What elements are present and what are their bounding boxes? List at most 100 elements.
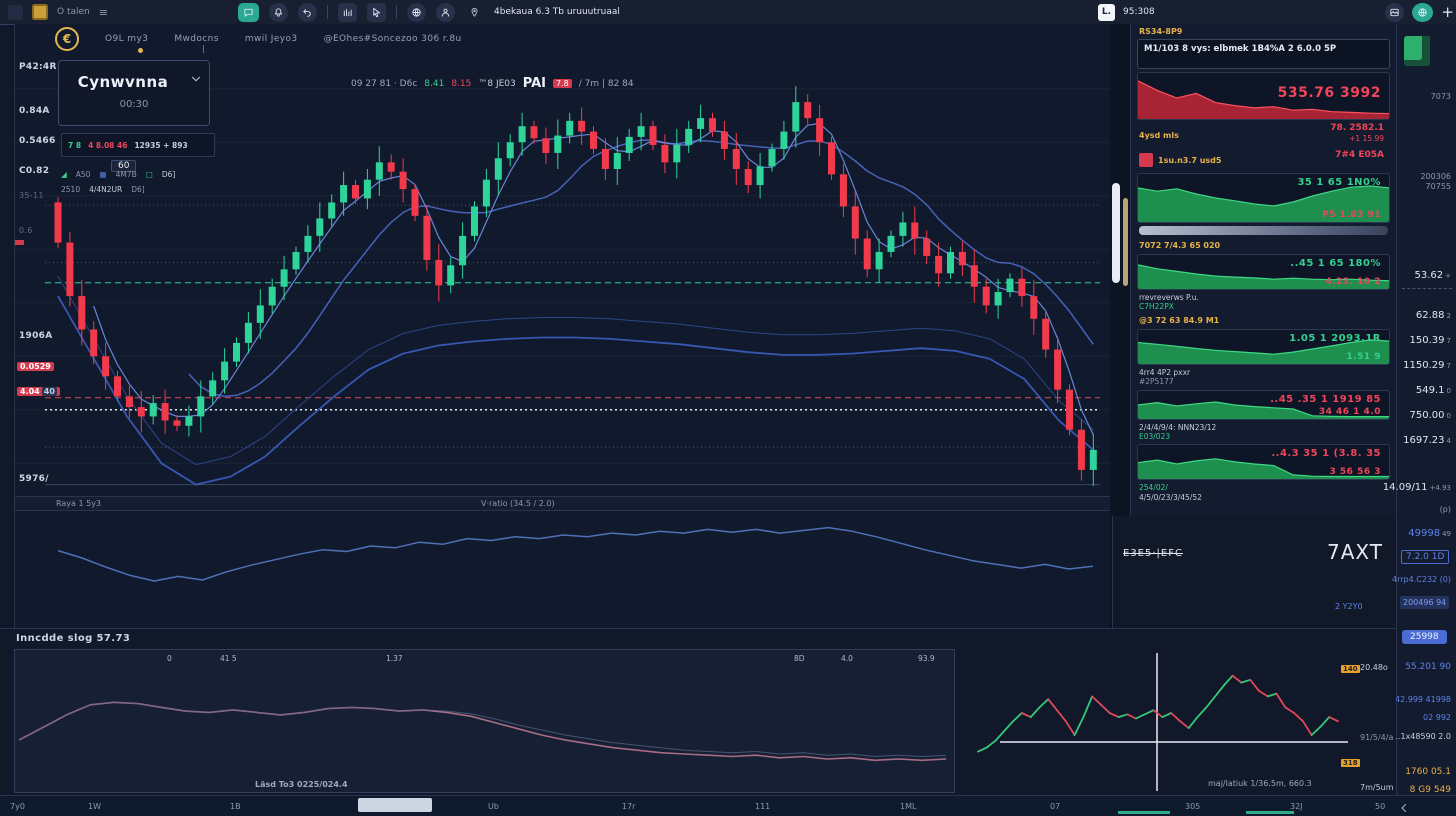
broker-logo-icon: € xyxy=(55,27,79,51)
quote-number[interactable]: 62.882 xyxy=(1416,310,1451,321)
action-button[interactable]: 25998 xyxy=(1402,630,1447,644)
watchlist-info-row[interactable]: 254/02/4/5/0/23/3/45/52 xyxy=(1139,483,1388,502)
time-tick-label: 1ML xyxy=(900,802,916,811)
watchlist-info-row[interactable]: 4rr4 4P2 pxxr#2P5177 xyxy=(1139,368,1388,387)
time-tick-label: 1B xyxy=(230,802,241,811)
legend-part: 8.41 xyxy=(424,79,444,89)
watchlist-row[interactable]: 4ysd mls78. 2582.1+1 15.99 xyxy=(1139,123,1388,147)
legend-item: D6] xyxy=(162,170,175,179)
alert-dot-icon xyxy=(138,48,143,53)
chart-panel: € O9L my3 Mwdocns mwil Jeyo3 @EOhes#Soncezo… xyxy=(14,24,1111,629)
chart-menu-item[interactable]: O9L my3 xyxy=(105,34,148,44)
quote-number[interactable]: 1697.234 xyxy=(1403,435,1451,446)
scrollbar-thumb-secondary[interactable] xyxy=(1123,198,1128,286)
watchlist-scrollbar[interactable] xyxy=(1139,226,1388,235)
column-text: 1.1x48590 2.0 xyxy=(1393,732,1451,741)
legend-part: / 7m | 82 84 xyxy=(579,79,634,89)
quote-number[interactable]: 1150.297 xyxy=(1403,360,1451,371)
momentum-tick-label: 0 xyxy=(167,654,172,663)
history-back-icon[interactable] xyxy=(1398,799,1410,816)
quote-number[interactable]: 150.397 xyxy=(1410,335,1451,346)
watchlist-chart-row[interactable]: 535.76 3992 xyxy=(1137,72,1390,120)
mini-chart-panel[interactable]: maj/latiuk 1/36.5m, 660.3 14031820.48o91… xyxy=(970,645,1396,795)
eco-icon[interactable] xyxy=(1412,3,1433,22)
chart-menu-item[interactable]: Mwdocns xyxy=(174,34,219,44)
time-tick-label: 305 xyxy=(1185,802,1200,811)
chat-icon[interactable] xyxy=(238,3,259,22)
quote-price: ..4.3 35 1 (3.8. 35 xyxy=(1271,448,1381,459)
subpane-right-label: V·ratio (34.5 / 2.0) xyxy=(481,499,555,508)
watchlist-panel: RS34-8P9 M1/103 8 vys: elbmek 1B4%A 2 6.… xyxy=(1130,24,1396,516)
symbol-selector[interactable]: Cynwvnna 00:30 xyxy=(58,60,210,126)
watchlist-row[interactable]: @3 72 63 84.9 M1 xyxy=(1139,315,1388,326)
bell-icon[interactable] xyxy=(269,3,288,22)
time-tick-label: Ub xyxy=(488,802,499,811)
watchlist-chart-row[interactable]: 1.05 1 2093.1R1.51 9 xyxy=(1137,329,1390,365)
watchlist-title-row[interactable]: M1/103 8 vys: elbmek 1B4%A 2 6.0.0 5P xyxy=(1137,39,1390,69)
momentum-footer: Läsd To3 0225/024.4 xyxy=(255,780,348,789)
cursor-icon[interactable] xyxy=(367,3,386,22)
quote-value: 78. 2582.1 xyxy=(1330,123,1384,133)
info-line: rrevreverws P.u. xyxy=(1139,293,1388,302)
watchlist-row[interactable]: 1su.n3.7 usd57#4 E05A xyxy=(1139,150,1388,170)
order-size-box[interactable]: 7.2.0 1D xyxy=(1401,550,1449,564)
watchlist-chart-row[interactable]: ..45 1 65 180%4.23. 10 2 xyxy=(1137,254,1390,290)
chart-menu-item[interactable]: mwil Jeyo3 xyxy=(245,34,298,44)
footer-watermark: 7AXT xyxy=(1327,540,1383,564)
info-chip[interactable]: 200496 94 xyxy=(1400,596,1449,609)
undo-icon[interactable] xyxy=(298,3,317,22)
add-panel-button[interactable]: + xyxy=(1441,3,1454,21)
legend-item: □ xyxy=(146,170,153,179)
mini-chart-footer: maj/latiuk 1/36.5m, 660.3 xyxy=(1208,779,1312,788)
legend-item: D6] xyxy=(131,185,144,194)
quote-price: ..45 1 65 180% xyxy=(1290,258,1381,269)
quote-number[interactable]: 750.000 xyxy=(1410,410,1451,421)
chevron-down-icon[interactable] xyxy=(189,71,203,85)
oscillator-chart[interactable] xyxy=(15,511,1111,623)
momentum-tick-label: 1.37 xyxy=(386,654,403,663)
chart-legend: 09 27 81 · D6c8.418.15™8 JE03PAI7.8/ 7m … xyxy=(351,76,634,91)
topbar: O talen ≡ 4bekaua 6.3 Tb uruuutruaal L. … xyxy=(0,0,1456,25)
grid-icon[interactable] xyxy=(8,5,23,20)
column-text: (p) xyxy=(1440,505,1451,514)
legend-item: 2510 xyxy=(61,185,80,194)
legend-part: 7.8 xyxy=(553,79,572,88)
quote-number[interactable]: 4999849 xyxy=(1408,528,1451,539)
watchlist-chart-row[interactable]: 35 1 65 1N0%P5 1.03 91 xyxy=(1137,173,1390,223)
column-text: 4rrp4.C232 (0) xyxy=(1392,575,1451,584)
indicator-legend-row[interactable]: 25104/4N2URD6] xyxy=(61,185,145,194)
info-line: 254/02/ xyxy=(1139,483,1388,492)
quote-number[interactable]: 53.62+ xyxy=(1414,270,1451,281)
person-icon[interactable] xyxy=(436,3,455,22)
pin-icon[interactable] xyxy=(465,3,484,22)
momentum-tick-label: 41 5 xyxy=(220,654,237,663)
mini-axis-label: 20.48o xyxy=(1360,663,1388,672)
instrument-label: 1su.n3.7 usd5 xyxy=(1158,156,1221,165)
watchlist-chart-row[interactable]: ..45 .35 1 1919 8534 46 1 4.0 xyxy=(1137,390,1390,420)
watchlist-rows: M1/103 8 vys: elbmek 1B4%A 2 6.0.0 5P 535… xyxy=(1137,39,1390,502)
horizontal-scrollbar-thumb[interactable] xyxy=(358,798,432,812)
quote-price: 35 1 65 1N0% xyxy=(1297,177,1381,188)
market-tile-icon[interactable] xyxy=(1404,36,1430,66)
instrument-label: 7072 7/4.3 65 020 xyxy=(1139,241,1220,250)
account-badge-icon[interactable] xyxy=(32,4,48,20)
screenshot-icon[interactable] xyxy=(1385,3,1404,22)
chart-bars-icon[interactable] xyxy=(338,3,357,22)
quote-number[interactable]: 14.09/11+4.93 xyxy=(1383,482,1451,493)
indicator-legend-row[interactable]: ◢A50▦4M7B□D6] xyxy=(61,170,175,179)
globe-icon[interactable] xyxy=(407,3,426,22)
menu-icon[interactable]: ≡ xyxy=(99,6,108,19)
watchlist-info-row[interactable]: 2/4/4/9/4: NNN23/12E03/023 xyxy=(1139,423,1388,442)
footer-link[interactable]: 2 Y2Y0 xyxy=(1335,602,1363,611)
chart-menu-item[interactable]: @EOhes#Soncezoo 306 r.8u xyxy=(324,34,462,44)
scrollbar-thumb[interactable] xyxy=(1112,183,1120,283)
watchlist-row[interactable]: 7072 7/4.3 65 020 xyxy=(1139,239,1388,251)
legend-part: 8.15 xyxy=(451,79,471,89)
watchlist-chart-row[interactable]: ..4.3 35 1 (3.8. 353 56 56 3 xyxy=(1137,444,1390,480)
legend-part: PAI xyxy=(523,76,546,91)
quote-price: 535.76 3992 xyxy=(1278,85,1381,101)
watchlist-info-row[interactable]: rrevreverws P.u.C7H22PX xyxy=(1139,293,1388,312)
column-text: 02 992 xyxy=(1423,713,1451,722)
quote-number[interactable]: 549.10 xyxy=(1416,385,1451,396)
momentum-panel[interactable]: Läsd To3 0225/024.4 041 51.378D4.093.9 xyxy=(14,649,955,793)
